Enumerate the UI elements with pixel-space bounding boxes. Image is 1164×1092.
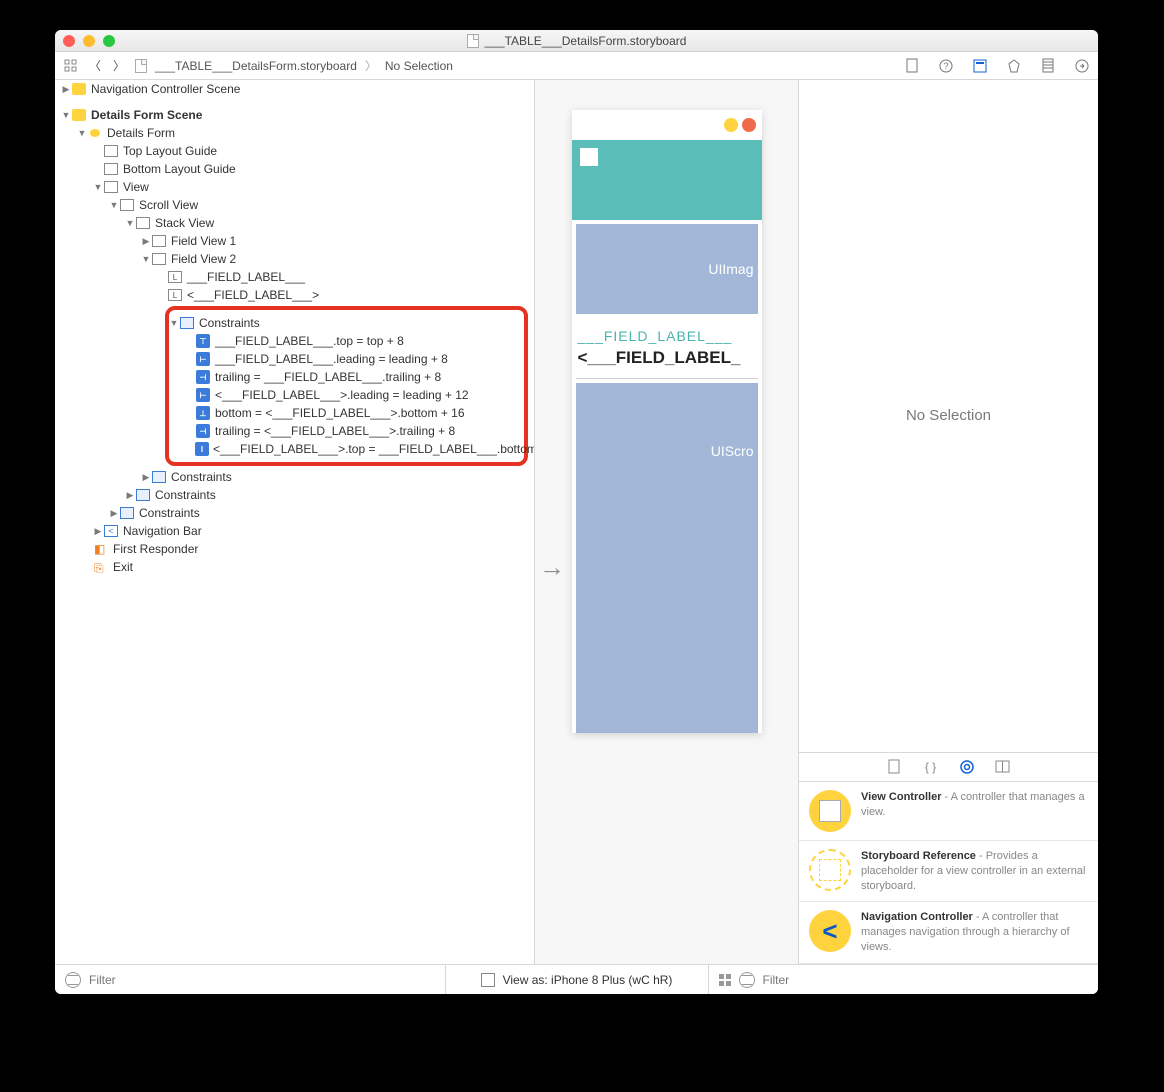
first-responder[interactable]: ◧ First Responder bbox=[55, 540, 534, 558]
size-inspector-icon[interactable] bbox=[1040, 58, 1056, 74]
field-value-label[interactable]: L <___FIELD_LABEL___> bbox=[55, 286, 534, 304]
inspector-tabs-top: ? bbox=[904, 58, 1090, 74]
exit[interactable]: ⎘ Exit bbox=[55, 558, 534, 576]
navigation-controller-icon: < bbox=[809, 910, 851, 952]
navigation-bar-preview[interactable] bbox=[572, 140, 762, 220]
library-item-navigation-controller[interactable]: < Navigation Controller - A controller t… bbox=[799, 902, 1098, 964]
scroll-view[interactable]: Scroll View bbox=[55, 196, 534, 214]
inspector-no-selection: No Selection bbox=[799, 80, 1098, 752]
view-controller-details-form[interactable]: Details Form bbox=[55, 124, 534, 142]
editor-body: Navigation Controller Scene Details Form… bbox=[55, 80, 1098, 964]
filter-icon[interactable] bbox=[739, 972, 755, 988]
library-filter-input[interactable] bbox=[763, 973, 1089, 987]
scene-vc-icon bbox=[724, 118, 738, 132]
svg-text:?: ? bbox=[943, 61, 948, 71]
library-item-view-controller[interactable]: View Controller - A controller that mana… bbox=[799, 782, 1098, 841]
device-preview[interactable]: UIImag ___FIELD_LABEL___ <___FIELD_LABEL… bbox=[572, 110, 762, 733]
uiimageview-preview[interactable]: UIImag bbox=[576, 224, 758, 314]
storyboard-reference-icon bbox=[809, 849, 851, 891]
object-library-icon[interactable] bbox=[959, 759, 975, 775]
grid-view-icon[interactable] bbox=[719, 974, 731, 986]
attributes-inspector-icon[interactable] bbox=[1006, 58, 1022, 74]
device-config-icon[interactable] bbox=[481, 973, 495, 987]
field-value-preview[interactable]: <___FIELD_LABEL_ bbox=[572, 348, 762, 378]
vc-label: Details Form bbox=[107, 126, 175, 140]
footer-bar: View as: iPhone 8 Plus (wC hR) bbox=[55, 964, 1098, 994]
window-title: ___TABLE___DetailsForm.storyboard bbox=[55, 34, 1098, 48]
library-item-text: View Controller - A controller that mana… bbox=[861, 790, 1088, 832]
storyboard-canvas[interactable]: → UIImag ___FIELD_LABEL___ <___FIELD_LAB… bbox=[535, 80, 798, 964]
field-label-preview[interactable]: ___FIELD_LABEL___ bbox=[572, 318, 762, 348]
inspector-panel: No Selection { } View Controller - A co bbox=[798, 80, 1098, 964]
filter-icon[interactable] bbox=[65, 972, 81, 988]
outline-filter bbox=[55, 965, 446, 994]
xcode-window: ___TABLE___DetailsForm.storyboard 〈 〉 __… bbox=[55, 30, 1098, 994]
field-label[interactable]: L ___FIELD_LABEL___ bbox=[55, 268, 534, 286]
view-controller-icon bbox=[809, 790, 851, 832]
file-template-library-icon[interactable] bbox=[887, 759, 903, 775]
breadcrumb-selection[interactable]: No Selection bbox=[385, 59, 453, 73]
scene-titlebar bbox=[572, 110, 762, 140]
divider bbox=[576, 378, 758, 379]
back-button[interactable]: 〈 bbox=[87, 58, 103, 74]
navigation-bar[interactable]: < Navigation Bar bbox=[55, 522, 534, 540]
identity-inspector-icon[interactable] bbox=[972, 58, 988, 74]
nav-bar-square bbox=[580, 148, 598, 166]
storyboard-file-icon bbox=[467, 34, 479, 48]
bottom-layout-guide[interactable]: Bottom Layout Guide bbox=[55, 160, 534, 178]
breadcrumb-separator: 〉 bbox=[365, 57, 377, 74]
media-library-icon[interactable] bbox=[995, 759, 1011, 775]
constraint-item[interactable]: ⊥ bottom = <___FIELD_LABEL___>.bottom + … bbox=[169, 404, 524, 422]
view-as-label: View as: iPhone 8 Plus (wC hR) bbox=[503, 973, 673, 987]
forward-button[interactable]: 〉 bbox=[111, 58, 127, 74]
help-inspector-icon[interactable]: ? bbox=[938, 58, 954, 74]
view[interactable]: View bbox=[55, 178, 534, 196]
library-item-text: Navigation Controller - A controller tha… bbox=[861, 910, 1088, 955]
constraints-group[interactable]: Constraints bbox=[55, 468, 534, 486]
constraints-group[interactable]: Constraints bbox=[55, 504, 534, 522]
breadcrumb-file[interactable]: ___TABLE___DetailsForm.storyboard bbox=[155, 59, 357, 73]
object-library-list[interactable]: View Controller - A controller that mana… bbox=[799, 782, 1098, 964]
window-title-text: ___TABLE___DetailsForm.storyboard bbox=[485, 34, 687, 48]
jump-bar: 〈 〉 ___TABLE___DetailsForm.storyboard 〉 … bbox=[55, 52, 1098, 80]
constraints-highlight: Constraints ⊤ ___FIELD_LABEL___.top = to… bbox=[165, 306, 528, 466]
view-as-bar[interactable]: View as: iPhone 8 Plus (wC hR) bbox=[446, 965, 709, 994]
library-item-storyboard-reference[interactable]: Storyboard Reference - Provides a placeh… bbox=[799, 841, 1098, 903]
constraint-item[interactable]: ⊣ trailing = <___FIELD_LABEL___>.trailin… bbox=[169, 422, 524, 440]
library-tabs: { } bbox=[799, 752, 1098, 782]
field-view-2[interactable]: Field View 2 bbox=[55, 250, 534, 268]
stack-view[interactable]: Stack View bbox=[55, 214, 534, 232]
scene-exit-icon bbox=[742, 118, 756, 132]
scene-details-form[interactable]: Details Form Scene bbox=[55, 106, 534, 124]
constraint-item[interactable]: I <___FIELD_LABEL___>.top = ___FIELD_LAB… bbox=[169, 440, 524, 458]
document-outline[interactable]: Navigation Controller Scene Details Form… bbox=[55, 80, 535, 964]
field-view-1[interactable]: Field View 1 bbox=[55, 232, 534, 250]
related-items-icon[interactable] bbox=[63, 58, 79, 74]
constraint-item[interactable]: ⊣ trailing = ___FIELD_LABEL___.trailing … bbox=[169, 368, 524, 386]
library-item-text: Storyboard Reference - Provides a placeh… bbox=[861, 849, 1088, 894]
constraint-item[interactable]: ⊢ ___FIELD_LABEL___.leading = leading + … bbox=[169, 350, 524, 368]
scene-label: Details Form Scene bbox=[91, 108, 202, 122]
constraint-item[interactable]: ⊢ <___FIELD_LABEL___>.leading = leading … bbox=[169, 386, 524, 404]
storyboard-file-icon bbox=[135, 59, 147, 73]
code-snippet-library-icon[interactable]: { } bbox=[923, 759, 939, 775]
initial-vc-arrow-icon: → bbox=[539, 552, 565, 583]
uiscrollview-preview[interactable]: UIScro bbox=[576, 383, 758, 733]
outline-filter-input[interactable] bbox=[89, 973, 435, 987]
constraints-group[interactable]: Constraints bbox=[169, 314, 524, 332]
connections-inspector-icon[interactable] bbox=[1074, 58, 1090, 74]
titlebar: ___TABLE___DetailsForm.storyboard bbox=[55, 30, 1098, 52]
scene-navigation-controller[interactable]: Navigation Controller Scene bbox=[55, 80, 534, 98]
top-layout-guide[interactable]: Top Layout Guide bbox=[55, 142, 534, 160]
constraint-item[interactable]: ⊤ ___FIELD_LABEL___.top = top + 8 bbox=[169, 332, 524, 350]
library-filter bbox=[709, 965, 1099, 994]
file-inspector-icon[interactable] bbox=[904, 58, 920, 74]
scene-label: Navigation Controller Scene bbox=[91, 82, 240, 96]
constraints-group[interactable]: Constraints bbox=[55, 486, 534, 504]
